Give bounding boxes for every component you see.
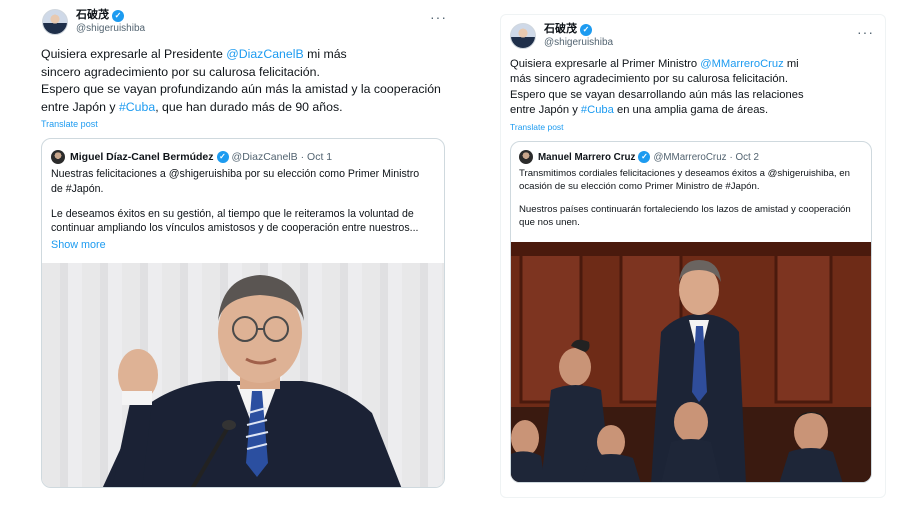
hashtag-link[interactable]: #Cuba	[581, 104, 614, 116]
translate-post-link[interactable]: Translate post	[510, 122, 564, 132]
text-segment: mi más	[303, 47, 347, 61]
avatar[interactable]	[42, 9, 68, 35]
verified-badge-icon: ✓	[112, 9, 124, 22]
tweet-text: Quisiera expresarle al Primer Ministro @…	[510, 57, 804, 118]
quoted-text-line: Le deseamos éxitos en su gestión, al tie…	[51, 207, 414, 220]
author-handle[interactable]: @shigeruishiba	[76, 22, 145, 36]
quoted-text-line: Transmitimos cordiales felicitaciones y …	[519, 168, 850, 179]
author-name[interactable]: 石破茂	[76, 9, 109, 22]
quoted-text-line: Nuestras felicitaciones a @shigeruishiba…	[51, 168, 420, 180]
translate-post-link[interactable]: Translate post	[41, 119, 98, 129]
quoted-date[interactable]: · Oct 1	[301, 151, 333, 163]
tweet-card-1: 石破茂 ✓ @shigeruishiba ··· Quisiera expres…	[34, 0, 458, 506]
author-handle[interactable]: @shigeruishiba	[544, 36, 613, 50]
text-segment: Quisiera expresarle al Presidente	[41, 47, 227, 61]
quoted-tweet-header: Manuel Marrero Cruz ✓ @MMarreroCruz · Oc…	[519, 150, 759, 164]
quoted-author-handle[interactable]: @MMarreroCruz	[653, 152, 726, 163]
text-segment: Quisiera expresarle al Primer Ministro	[510, 58, 701, 70]
tweet-header: 石破茂 ✓ @shigeruishiba	[42, 9, 145, 36]
quoted-text-line: ocasión de su elección como Primer Minis…	[519, 181, 760, 193]
quoted-avatar[interactable]	[519, 150, 533, 164]
quoted-text-line: continuar ampliando los vínculos amistos…	[51, 222, 419, 235]
more-options-icon[interactable]: ···	[430, 10, 447, 24]
tweet-text-line: sincero agradecimiento por su calurosa f…	[41, 64, 441, 82]
quoted-text-line: que nos unen.	[519, 217, 580, 229]
quoted-author-name[interactable]: Manuel Marrero Cruz	[538, 152, 635, 163]
quoted-date[interactable]: · Oct 2	[730, 152, 759, 163]
quoted-avatar[interactable]	[51, 150, 65, 164]
quoted-tweet[interactable]: Manuel Marrero Cruz ✓ @MMarreroCruz · Oc…	[510, 141, 872, 483]
quoted-author-name[interactable]: Miguel Díaz-Canel Bermúdez	[70, 151, 214, 163]
hashtag-link[interactable]: #Cuba	[119, 100, 155, 114]
quoted-photo[interactable]	[511, 242, 871, 482]
tweet-text: Quisiera expresarle al Presidente @DiazC…	[41, 46, 441, 116]
tweet-text-line: Espero que se vayan desarrollando aún má…	[510, 88, 804, 103]
quoted-text-line	[519, 194, 851, 204]
tweet-text-line: entre Japón y #Cuba en una amplia gama d…	[510, 103, 804, 118]
quoted-tweet[interactable]: Miguel Díaz-Canel Bermúdez ✓ @DiazCanelB…	[41, 138, 445, 488]
quoted-tweet-text: Transmitimos cordiales felicitaciones y …	[519, 167, 851, 230]
quoted-text-line: de #Japón.	[51, 182, 104, 195]
quoted-text-line	[51, 196, 419, 207]
quoted-text-line: Nuestros países continuarán fortaleciend…	[519, 204, 851, 216]
verified-badge-icon: ✓	[216, 151, 229, 163]
text-segment: , que han durado más de 90 años.	[155, 99, 343, 114]
mention-link[interactable]: @DiazCanelB	[226, 47, 303, 61]
tweet-text-line: Quisiera expresarle al Primer Ministro @…	[510, 57, 804, 72]
mention-link[interactable]: @MMarreroCruz	[700, 58, 783, 70]
quoted-tweet-text: Nuestras felicitaciones a @shigeruishiba…	[51, 167, 419, 236]
photo-illustration	[42, 263, 444, 487]
text-segment: Espero que se vayan profundizando aún má…	[41, 82, 441, 97]
tweet-text-line: entre Japón y #Cuba, que han durado más …	[41, 99, 441, 117]
tweet-card-2: 石破茂 ✓ @shigeruishiba ··· Quisiera expres…	[500, 14, 886, 498]
tweet-text-line: más sincero agradecimiento por su caluro…	[510, 72, 804, 87]
tweet-text-line: Espero que se vayan profundizando aún má…	[41, 81, 441, 99]
text-segment: sincero agradecimiento por su calurosa f…	[41, 64, 320, 79]
photo-illustration	[511, 242, 871, 482]
text-segment: entre Japón y	[41, 99, 119, 114]
text-segment: en una amplia gama de áreas.	[613, 103, 769, 116]
quoted-author-handle[interactable]: @DiazCanelB	[232, 151, 298, 163]
quoted-tweet-header: Miguel Díaz-Canel Bermúdez ✓ @DiazCanelB…	[51, 150, 332, 164]
text-segment: más sincero agradecimiento por su caluro…	[510, 73, 788, 86]
tweet-header: 石破茂 ✓ @shigeruishiba	[510, 23, 613, 50]
more-options-icon[interactable]: ···	[857, 25, 874, 39]
verified-badge-icon: ✓	[638, 151, 651, 163]
text-segment: Espero que se vayan desarrollando aún má…	[510, 88, 804, 101]
quoted-photo[interactable]	[42, 263, 444, 487]
avatar[interactable]	[510, 23, 536, 49]
text-segment: entre Japón y	[510, 103, 581, 116]
author-name[interactable]: 石破茂	[544, 23, 577, 36]
verified-badge-icon: ✓	[580, 23, 592, 36]
text-segment: mi	[783, 58, 799, 70]
tweet-text-line: Quisiera expresarle al Presidente @DiazC…	[41, 46, 441, 64]
show-more-link[interactable]: Show more	[51, 239, 106, 251]
